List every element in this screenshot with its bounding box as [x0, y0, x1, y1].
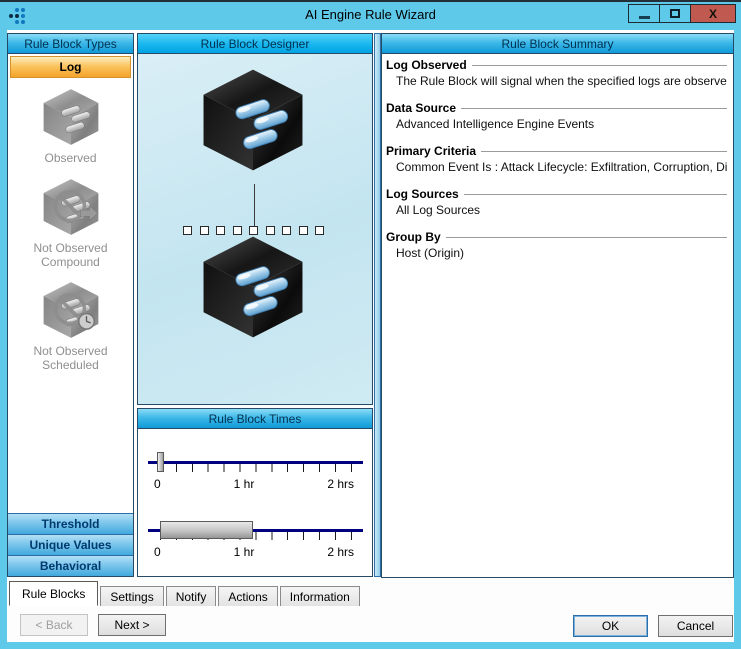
- slider-ticks: [160, 464, 352, 472]
- summary-section-title: Log Observed: [386, 58, 467, 72]
- section-divider: [463, 194, 727, 195]
- dialog-client-area: Rule Block Types Log Observed Not Observ…: [7, 30, 734, 642]
- rule-block-category-buttons: Threshold Unique Values Behavioral: [8, 513, 133, 576]
- block-connector-line: [254, 184, 255, 228]
- rule-block-types-header: Rule Block Types: [8, 34, 133, 54]
- selection-handle[interactable]: [315, 226, 324, 235]
- selection-handle[interactable]: [282, 226, 291, 235]
- type-item-observed[interactable]: Observed: [21, 86, 121, 166]
- section-divider: [461, 108, 727, 109]
- selection-handle[interactable]: [183, 226, 192, 235]
- time-slider-1: 0 1 hr 2 hrs: [138, 447, 372, 507]
- summary-section-title: Primary Criteria: [386, 144, 477, 158]
- tick-label: 2 hrs: [327, 545, 354, 559]
- rule-block-type-list: Observed Not Observed Compound Not Obser…: [8, 80, 133, 513]
- tab[interactable]: Notify: [165, 586, 217, 606]
- summary-section-text: Common Event Is : Attack Lifecycle: Exfi…: [396, 160, 727, 174]
- maximize-button[interactable]: [659, 4, 691, 23]
- rule-block-summary-panel: Rule Block Summary Log Observed The Rule…: [381, 33, 734, 578]
- minimize-button[interactable]: [628, 4, 660, 23]
- behavioral-button[interactable]: Behavioral: [8, 555, 133, 576]
- summary-section-text: The Rule Block will signal when the spec…: [396, 74, 727, 88]
- summary-section-title: Data Source: [386, 101, 457, 115]
- selection-handle[interactable]: [232, 226, 242, 235]
- title-bar: AI Engine Rule Wizard X: [0, 2, 741, 30]
- rule-block-designer-header: Rule Block Designer: [138, 34, 372, 54]
- unique-values-button[interactable]: Unique Values: [8, 534, 133, 555]
- tick-label: 1 hr: [233, 477, 255, 491]
- summary-section-text: All Log Sources: [396, 203, 481, 217]
- type-item-label: Observed: [44, 151, 97, 165]
- tick-label: 2 hrs: [327, 477, 354, 491]
- section-divider: [481, 151, 727, 152]
- log-type-button[interactable]: Log: [10, 56, 131, 78]
- panel-splitter[interactable]: [374, 33, 381, 577]
- selection-handle[interactable]: [199, 226, 209, 235]
- rule-block-times-panel: Rule Block Times 0 1 hr 2 hrs 0 1 hr 2 h…: [137, 408, 373, 577]
- type-item-not-observed-compound[interactable]: Not Observed Compound: [21, 176, 121, 270]
- summary-section-title: Group By: [386, 230, 441, 244]
- summary-section-text: Host (Origin): [396, 246, 465, 260]
- summary-section: Log Observed The Rule Block will signal …: [386, 58, 727, 88]
- tab[interactable]: Actions: [218, 586, 278, 606]
- slider-thumb[interactable]: [157, 452, 164, 472]
- rule-block-times-body: 0 1 hr 2 hrs 0 1 hr 2 hrs: [138, 429, 372, 576]
- cube-not-observed-compound-icon: [42, 178, 99, 235]
- ai-engine-rule-wizard-window: AI Engine Rule Wizard X Rule Block Types…: [0, 0, 741, 649]
- tab[interactable]: Settings: [100, 586, 164, 606]
- tab[interactable]: Rule Blocks: [9, 581, 99, 606]
- rule-block-times-header: Rule Block Times: [138, 409, 372, 429]
- summary-sections: Log Observed The Rule Block will signal …: [382, 54, 733, 577]
- type-item-label: Not Observed Scheduled: [33, 344, 108, 373]
- section-divider: [471, 65, 727, 66]
- section-divider: [445, 237, 727, 238]
- selection-handle[interactable]: [265, 226, 275, 235]
- summary-section: Group By Host (Origin): [386, 230, 727, 260]
- back-button[interactable]: < Back: [20, 614, 88, 636]
- type-item-label: Not Observed Compound: [33, 240, 108, 269]
- tick-label: 1 hr: [233, 545, 255, 559]
- cube-not-observed-scheduled-icon: [42, 282, 99, 339]
- close-button[interactable]: X: [690, 4, 736, 23]
- type-item-not-observed-scheduled[interactable]: Not Observed Scheduled: [21, 279, 121, 373]
- rule-block-summary-header: Rule Block Summary: [382, 34, 733, 54]
- selection-handle[interactable]: [298, 226, 308, 235]
- threshold-button[interactable]: Threshold: [8, 513, 133, 534]
- cancel-button[interactable]: Cancel: [658, 615, 733, 637]
- summary-section-text: Advanced Intelligence Engine Events: [396, 117, 595, 131]
- log-cube-3d-icon[interactable]: [197, 64, 309, 176]
- summary-section: Log Sources All Log Sources: [386, 187, 727, 217]
- cube-observed-icon: [42, 88, 99, 146]
- selection-handle[interactable]: [249, 226, 258, 235]
- slider-range-bar[interactable]: [160, 521, 253, 539]
- tab[interactable]: Information: [279, 586, 360, 606]
- maximize-icon: [670, 9, 680, 18]
- summary-section-title: Log Sources: [386, 187, 459, 201]
- rule-block-designer-panel: Rule Block Designer: [137, 33, 373, 405]
- rule-block-types-panel: Rule Block Types Log Observed Not Observ…: [7, 33, 134, 577]
- minimize-icon: [638, 15, 650, 19]
- time-slider-2: 0 1 hr 2 hrs: [138, 515, 372, 575]
- summary-section: Data Source Advanced Intelligence Engine…: [386, 101, 727, 131]
- next-button[interactable]: Next >: [98, 614, 166, 636]
- summary-section: Primary Criteria Common Event Is : Attac…: [386, 144, 727, 174]
- tick-label: 0: [154, 545, 161, 559]
- tick-label: 0: [154, 477, 161, 491]
- selection-handles: [183, 226, 324, 362]
- selection-handle[interactable]: [216, 226, 225, 235]
- designer-canvas[interactable]: [138, 54, 372, 404]
- wizard-tabstrip: Rule Blocks Settings Notify Actions Info…: [9, 580, 362, 606]
- ok-button[interactable]: OK: [573, 615, 648, 637]
- close-icon: X: [708, 6, 717, 21]
